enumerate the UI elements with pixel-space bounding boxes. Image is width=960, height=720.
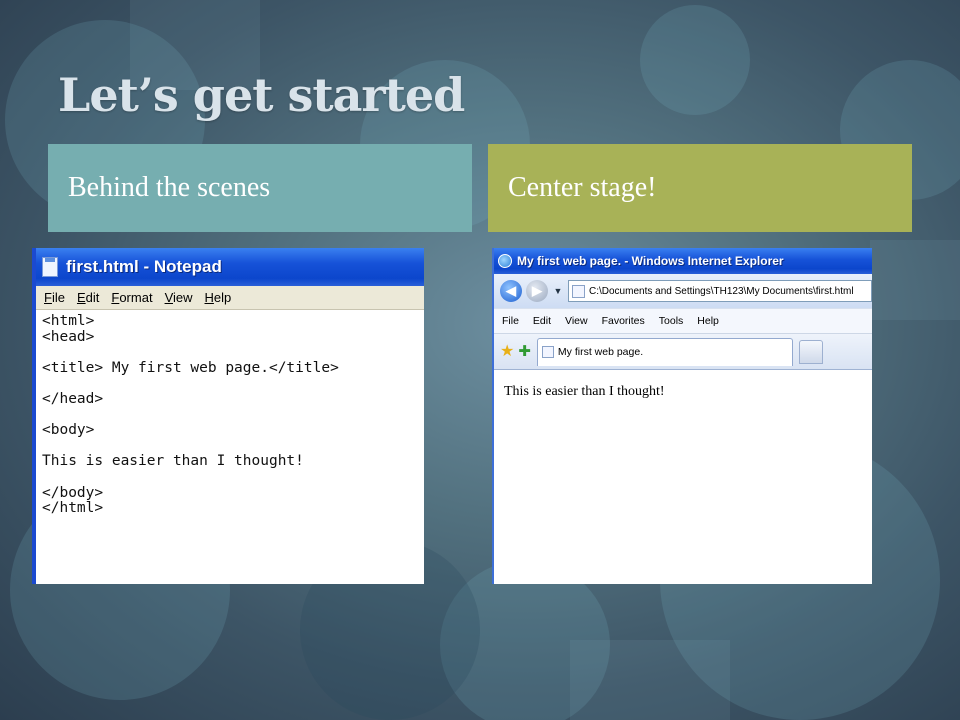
address-text: C:\Documents and Settings\TH123\My Docum… — [589, 285, 854, 297]
notepad-menubar: File Edit Format View Help — [36, 286, 424, 310]
browser-tab-row: ★ ✚ My first web page. — [494, 334, 872, 370]
ie-icon — [498, 254, 512, 268]
address-bar[interactable]: C:\Documents and Settings\TH123\My Docum… — [568, 280, 872, 302]
page-icon — [541, 346, 554, 358]
favorites-star-icon[interactable]: ★ — [500, 343, 514, 360]
notepad-title: first.html - Notepad — [66, 257, 222, 276]
tab-label: My first web page. — [557, 346, 644, 358]
forward-button[interactable]: ▶ — [526, 280, 548, 302]
menu-format[interactable]: Format — [111, 290, 152, 305]
browser-tab[interactable]: My first web page. — [536, 337, 793, 366]
menu-view[interactable]: View — [165, 290, 193, 305]
new-tab-button[interactable] — [798, 339, 823, 364]
browser-title: My first web page. - Windows Internet Ex… — [517, 254, 784, 268]
menu-favorites[interactable]: Favorites — [602, 315, 645, 327]
menu-file[interactable]: File — [44, 290, 65, 305]
notepad-text-area[interactable]: <html> <head> <title> My first web page.… — [36, 310, 424, 521]
notepad-icon — [42, 257, 58, 277]
menu-file[interactable]: File — [502, 315, 519, 327]
history-dropdown-icon[interactable]: ▼ — [552, 286, 564, 296]
browser-window: My first web page. - Windows Internet Ex… — [492, 248, 872, 584]
page-icon — [572, 284, 585, 298]
browser-titlebar[interactable]: My first web page. - Windows Internet Ex… — [494, 248, 872, 274]
background-decoration — [870, 240, 960, 320]
notepad-titlebar[interactable]: first.html - Notepad — [36, 248, 424, 286]
browser-navbar: ◀ ▶ ▼ C:\Documents and Settings\TH123\My… — [494, 274, 872, 308]
background-decoration — [570, 640, 730, 720]
menu-edit[interactable]: Edit — [77, 290, 99, 305]
page-text: This is easier than I thought! — [504, 384, 665, 399]
menu-view[interactable]: View — [565, 315, 588, 327]
back-button[interactable]: ◀ — [500, 280, 522, 302]
browser-content: This is easier than I thought! — [494, 370, 872, 414]
browser-menubar: File Edit View Favorites Tools Help — [494, 308, 872, 334]
menu-tools[interactable]: Tools — [659, 315, 684, 327]
notepad-window: first.html - Notepad File Edit Format Vi… — [32, 248, 424, 584]
left-column-heading: Behind the scenes — [48, 144, 472, 232]
background-decoration — [640, 5, 750, 115]
menu-help[interactable]: Help — [697, 315, 719, 327]
menu-edit[interactable]: Edit — [533, 315, 551, 327]
right-column-heading: Center stage! — [488, 144, 912, 232]
slide-title: Let’s get started — [58, 68, 465, 122]
add-favorites-icon[interactable]: ✚ — [518, 344, 531, 359]
background-decoration — [440, 560, 610, 720]
menu-help[interactable]: Help — [205, 290, 232, 305]
